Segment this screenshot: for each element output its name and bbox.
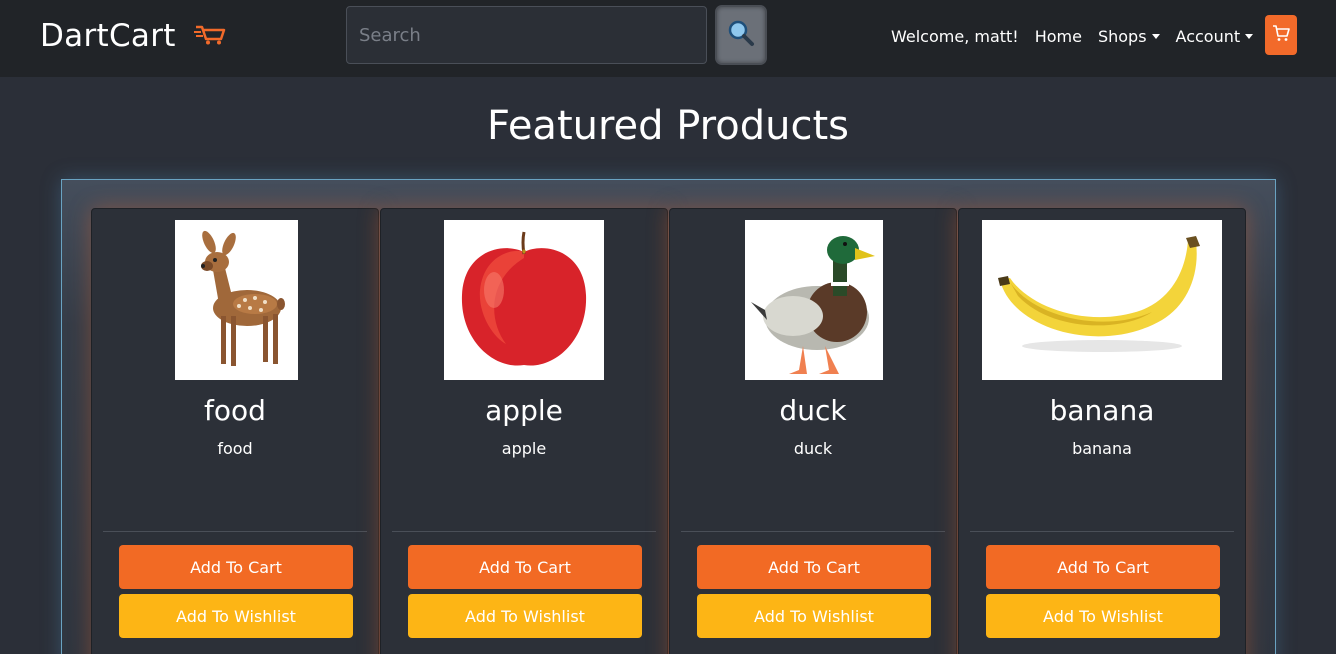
add-to-cart-button[interactable]: Add To Cart [986, 545, 1220, 589]
product-description: apple [501, 439, 547, 458]
product-image-deer[interactable] [175, 220, 298, 380]
caret-down-icon [1151, 33, 1160, 39]
product-image-banana[interactable] [982, 220, 1222, 380]
add-to-cart-button[interactable]: Add To Cart [408, 545, 642, 589]
nav-shops-dropdown[interactable]: Shops [1098, 27, 1160, 46]
search-input[interactable] [346, 6, 707, 64]
card-divider [681, 531, 945, 532]
product-description: duck [793, 439, 833, 458]
product-name[interactable]: banana [959, 394, 1245, 427]
card-divider [392, 531, 656, 532]
welcome-text: Welcome, matt! [891, 26, 1019, 46]
search-button[interactable] [715, 5, 767, 65]
product-name[interactable]: apple [381, 394, 667, 427]
product-name[interactable]: duck [670, 394, 956, 427]
add-to-cart-button[interactable]: Add To Cart [697, 545, 931, 589]
product-card: food food Add To Cart Add To Wishlist [91, 208, 379, 654]
card-divider [970, 531, 1234, 532]
product-description: food [217, 439, 253, 458]
navbar: DartCart Welcome, matt! Home Shops [0, 0, 1336, 77]
add-to-wishlist-button[interactable]: Add To Wishlist [408, 594, 642, 638]
nav-shops-label: Shops [1097, 26, 1147, 46]
add-to-wishlist-button[interactable]: Add To Wishlist [697, 594, 931, 638]
nav-links: Welcome, matt! Home Shops Account [891, 24, 1254, 48]
page-title: Featured Products [487, 103, 849, 149]
nav-account-dropdown[interactable]: Account [1176, 27, 1254, 46]
product-image-apple[interactable] [444, 220, 604, 380]
nav-account-label: Account [1175, 26, 1241, 46]
add-to-wishlist-button[interactable]: Add To Wishlist [986, 594, 1220, 638]
search-icon [727, 19, 755, 51]
brand-name[interactable]: DartCart [40, 18, 176, 54]
product-card: banana banana Add To Cart Add To Wishlis… [958, 208, 1246, 654]
cart-button[interactable] [1265, 15, 1297, 55]
caret-down-icon [1245, 33, 1254, 39]
add-to-wishlist-button[interactable]: Add To Wishlist [119, 594, 353, 638]
product-image-duck[interactable] [745, 220, 883, 380]
product-card: apple apple Add To Cart Add To Wishlist [380, 208, 668, 654]
product-description: banana [1072, 439, 1132, 458]
card-divider [103, 531, 367, 532]
brand-cart-icon [193, 23, 226, 49]
product-name[interactable]: food [92, 394, 378, 427]
brand[interactable]: DartCart [40, 14, 226, 58]
product-card: duck duck Add To Cart Add To Wishlist [669, 208, 957, 654]
cart-icon [1272, 24, 1290, 46]
add-to-cart-button[interactable]: Add To Cart [119, 545, 353, 589]
nav-home-link[interactable]: Home [1035, 27, 1082, 46]
